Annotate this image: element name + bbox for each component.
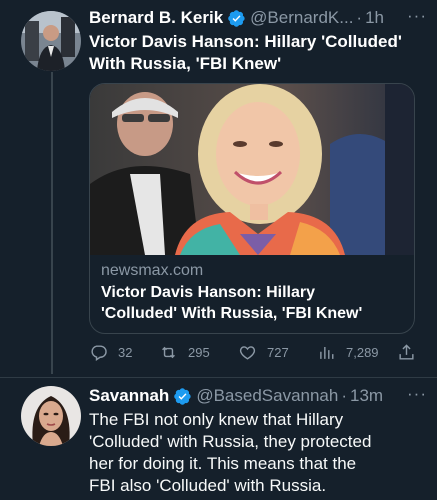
like-button[interactable]: 727 bbox=[238, 343, 289, 362]
share-icon bbox=[399, 343, 414, 360]
handle[interactable]: @BasedSavannah bbox=[196, 386, 338, 406]
reply-icon bbox=[91, 344, 107, 361]
share-button[interactable] bbox=[397, 343, 426, 362]
view-count: 7,289 bbox=[346, 344, 379, 360]
reply-count: 32 bbox=[118, 344, 133, 360]
retweet-icon bbox=[162, 346, 175, 358]
reply-button[interactable]: 32 bbox=[89, 343, 132, 362]
views-chart-icon bbox=[320, 346, 334, 359]
tweet-text: Victor Davis Hanson: Hillary 'Colluded' … bbox=[89, 32, 402, 73]
views-button[interactable]: 7,289 bbox=[317, 343, 379, 362]
verified-badge-icon bbox=[174, 387, 191, 405]
article-photo bbox=[90, 84, 414, 255]
tweet-bernard-kerik[interactable]: Bernard B. Kerik @BernardK... · 1h ··· V… bbox=[0, 0, 437, 378]
card-domain: newsmax.com bbox=[101, 262, 204, 279]
more-options-icon[interactable]: ··· bbox=[407, 6, 427, 26]
heart-icon bbox=[239, 345, 256, 360]
link-card[interactable]: newsmax.com Victor Davis Hanson: Hillary… bbox=[89, 83, 415, 334]
tweet-text: The FBI not only knew that Hillary 'Coll… bbox=[89, 410, 372, 495]
avatar-photo bbox=[21, 386, 81, 446]
tweet-savannah[interactable]: Savannah @BasedSavannah · 13m ··· The FB… bbox=[0, 378, 437, 500]
verified-badge-icon bbox=[228, 9, 245, 27]
handle[interactable]: @BernardK... bbox=[250, 8, 353, 28]
retweet-button[interactable]: 295 bbox=[159, 343, 210, 362]
card-image bbox=[90, 84, 414, 255]
avatar[interactable] bbox=[21, 11, 81, 71]
timestamp[interactable]: 13m bbox=[350, 386, 383, 406]
more-options-icon[interactable]: ··· bbox=[407, 384, 427, 404]
separator-dot: · bbox=[356, 8, 363, 27]
retweet-count: 295 bbox=[188, 344, 210, 360]
card-body: newsmax.com Victor Davis Hanson: Hillary… bbox=[101, 261, 403, 324]
avatar-photo bbox=[21, 11, 81, 71]
separator-dot: · bbox=[341, 386, 348, 405]
tweet-header: Bernard B. Kerik @BernardK... · 1h ··· bbox=[89, 6, 427, 30]
tweet-actions: 32 295 727 7,289 bbox=[89, 340, 419, 364]
timestamp[interactable]: 1h bbox=[365, 8, 384, 28]
tweet-header: Savannah @BasedSavannah · 13m ··· bbox=[89, 384, 427, 408]
display-name[interactable]: Savannah bbox=[89, 386, 169, 406]
like-count: 727 bbox=[267, 344, 289, 360]
avatar[interactable] bbox=[21, 386, 81, 446]
card-title: Victor Davis Hanson: Hillary 'Colluded' … bbox=[101, 284, 363, 322]
display-name[interactable]: Bernard B. Kerik bbox=[89, 8, 223, 28]
